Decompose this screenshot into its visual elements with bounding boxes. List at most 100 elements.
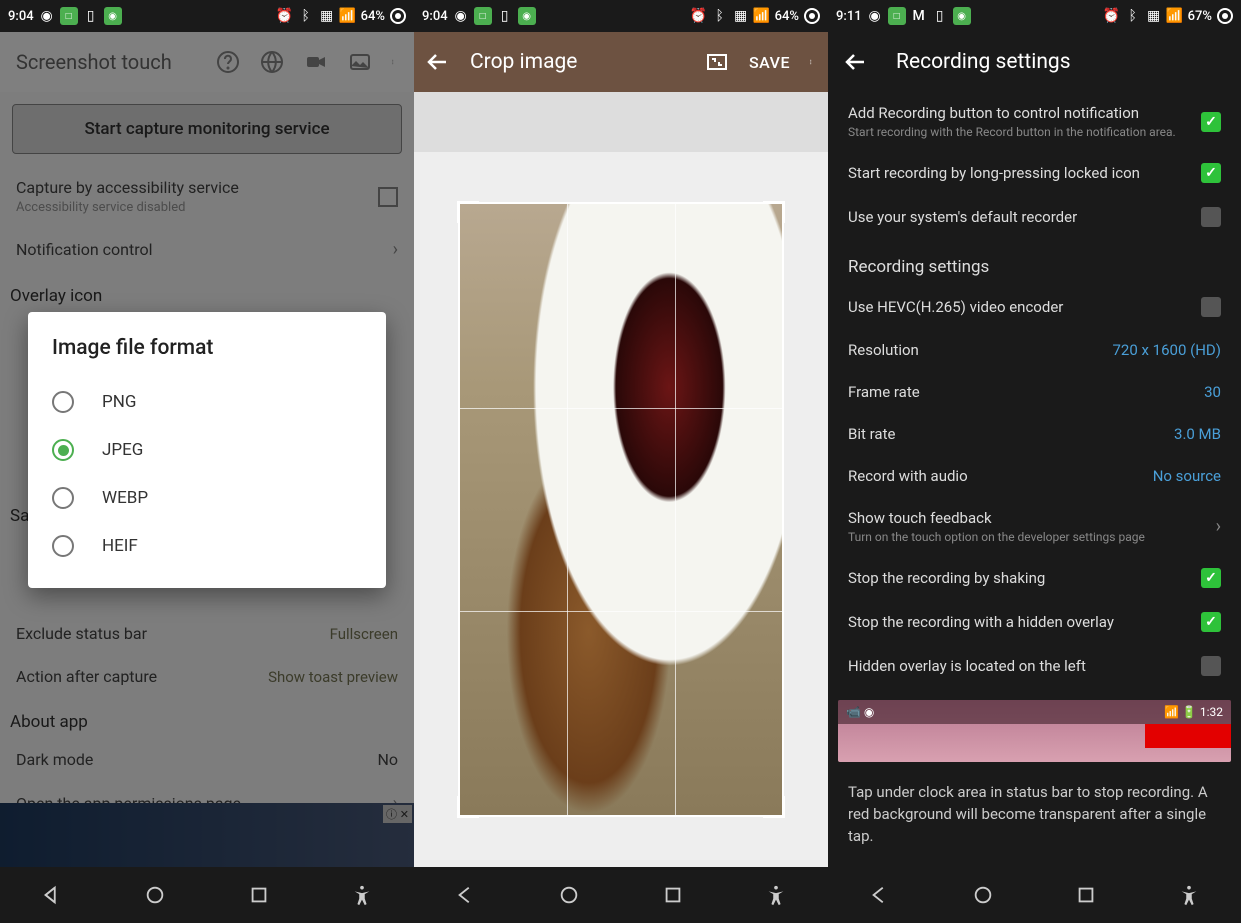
preview-bar: 📹 ◉ 📶 🔋 1:32	[838, 700, 1231, 724]
sim-icon: ▯	[932, 8, 948, 24]
volte-icon: ▦	[733, 8, 749, 24]
back-arrow-icon[interactable]	[426, 50, 450, 74]
crop-handle-bl[interactable]	[457, 796, 479, 818]
nav-bar	[0, 867, 414, 923]
bitrate-row[interactable]: Bit rate3.0 MB	[828, 413, 1241, 455]
status-bar-preview: 📹 ◉ 📶 🔋 1:32	[838, 700, 1231, 762]
app-icon: □	[474, 7, 492, 25]
framerate-row[interactable]: Frame rate30	[828, 371, 1241, 413]
recents-icon[interactable]	[248, 884, 270, 906]
phone-3: 9:11◉□M▯◉ ⏰ᛒ▦📶67% Recording settings Add…	[828, 0, 1241, 923]
resolution-row[interactable]: Resolution720 x 1600 (HD)	[828, 329, 1241, 371]
accessibility-icon[interactable]	[1178, 884, 1200, 906]
whatsapp-icon: ◉	[453, 8, 469, 24]
radio-icon	[52, 391, 74, 413]
battery-pct: 64%	[361, 9, 385, 24]
alarm-icon: ⏰	[691, 8, 707, 24]
grid-line	[460, 408, 782, 409]
signal-icon: 📶	[754, 8, 770, 24]
checkbox[interactable]	[1201, 163, 1221, 183]
shake-row[interactable]: Stop the recording by shaking	[828, 556, 1241, 600]
checkbox[interactable]	[1201, 297, 1221, 317]
phone-1: 9:04 ◉ □ ▯ ◉ ⏰ ᛒ ▦ 📶 64% Screenshot touc…	[0, 0, 414, 923]
alarm-icon: ⏰	[1104, 8, 1120, 24]
settings-content: Screenshot touch Start capture monitorin…	[0, 32, 414, 867]
back-icon[interactable]	[869, 884, 891, 906]
clock: 9:11	[836, 9, 862, 24]
checkbox[interactable]	[1201, 207, 1221, 227]
status-bar: 9:04◉□▯◉ ⏰ᛒ▦📶64%	[414, 0, 828, 32]
default-recorder-row[interactable]: Use your system's default recorder	[828, 195, 1241, 239]
recents-icon[interactable]	[1075, 884, 1097, 906]
accessibility-icon[interactable]	[351, 884, 373, 906]
radio-option-jpeg[interactable]: JPEG	[52, 426, 362, 474]
accessibility-icon[interactable]	[765, 884, 787, 906]
app-icon: □	[888, 7, 906, 25]
overlay-row[interactable]: Stop the recording with a hidden overlay	[828, 600, 1241, 644]
back-arrow-icon[interactable]	[844, 50, 868, 74]
app-icon-2: ◉	[104, 7, 122, 25]
signal-icon: 📶	[1167, 8, 1183, 24]
row-value: 720 x 1600 (HD)	[1112, 341, 1221, 359]
back-icon[interactable]	[41, 884, 63, 906]
back-icon[interactable]	[455, 884, 477, 906]
crop-frame[interactable]	[458, 202, 784, 817]
radio-option-png[interactable]: PNG	[52, 378, 362, 426]
crop-handle-tl[interactable]	[457, 201, 479, 223]
battery-pct: 64%	[775, 9, 799, 24]
app-icon: □	[60, 7, 78, 25]
grid-line	[460, 611, 782, 612]
battery-pct: 67%	[1188, 9, 1212, 24]
row-value: 30	[1204, 383, 1221, 401]
sim-icon: ▯	[83, 8, 99, 24]
status-bar: 9:11◉□M▯◉ ⏰ᛒ▦📶67%	[828, 0, 1241, 32]
crop-canvas[interactable]	[414, 92, 828, 867]
settings-list[interactable]: Add Recording button to control notifica…	[828, 92, 1241, 867]
bluetooth-icon: ᛒ	[298, 8, 314, 24]
bluetooth-icon: ᛒ	[712, 8, 728, 24]
more-icon[interactable]	[810, 50, 816, 74]
whatsapp-icon: ◉	[867, 8, 883, 24]
radio-option-webp[interactable]: WEBP	[52, 474, 362, 522]
aspect-ratio-icon[interactable]	[705, 50, 729, 74]
settings-title: Recording settings	[896, 50, 1071, 74]
recording-header: Recording settings	[828, 239, 1241, 285]
radio-icon	[52, 439, 74, 461]
clock: 9:04	[422, 9, 448, 24]
alarm-icon: ⏰	[277, 8, 293, 24]
chevron-right-icon: ›	[1216, 516, 1221, 537]
hevc-row[interactable]: Use HEVC(H.265) video encoder	[828, 285, 1241, 329]
crop-image	[460, 204, 782, 815]
checkbox[interactable]	[1201, 656, 1221, 676]
checkbox[interactable]	[1201, 612, 1221, 632]
audio-row[interactable]: Record with audioNo source	[828, 455, 1241, 497]
crop-handle-br[interactable]	[763, 796, 785, 818]
clock: 9:04	[8, 9, 34, 24]
radio-option-heif[interactable]: HEIF	[52, 522, 362, 570]
crop-handle-tr[interactable]	[763, 201, 785, 223]
hidden-left-row[interactable]: Hidden overlay is located on the left	[828, 644, 1241, 688]
recents-icon[interactable]	[662, 884, 684, 906]
sim-icon: ▯	[497, 8, 513, 24]
crop-toolbar: Crop image SAVE	[414, 32, 828, 92]
home-icon[interactable]	[144, 884, 166, 906]
home-icon[interactable]	[972, 884, 994, 906]
nav-bar	[414, 867, 828, 923]
touch-feedback-row[interactable]: Show touch feedbackTurn on the touch opt…	[828, 497, 1241, 556]
settings-toolbar: Recording settings	[828, 32, 1241, 92]
radio-icon	[52, 535, 74, 557]
signal-icon: 📶	[340, 8, 356, 24]
checkbox[interactable]	[1201, 112, 1221, 132]
longpress-row[interactable]: Start recording by long-pressing locked …	[828, 151, 1241, 195]
status-bar: 9:04 ◉ □ ▯ ◉ ⏰ ᛒ ▦ 📶 64%	[0, 0, 414, 32]
home-icon[interactable]	[558, 884, 580, 906]
battery-icon	[390, 8, 406, 24]
preview-red-area	[1145, 724, 1231, 748]
crop-title: Crop image	[470, 50, 685, 74]
add-button-row[interactable]: Add Recording button to control notifica…	[828, 92, 1241, 151]
save-button[interactable]: SAVE	[749, 53, 790, 72]
volte-icon: ▦	[319, 8, 335, 24]
bluetooth-icon: ᛒ	[1125, 8, 1141, 24]
radio-icon	[52, 487, 74, 509]
checkbox[interactable]	[1201, 568, 1221, 588]
